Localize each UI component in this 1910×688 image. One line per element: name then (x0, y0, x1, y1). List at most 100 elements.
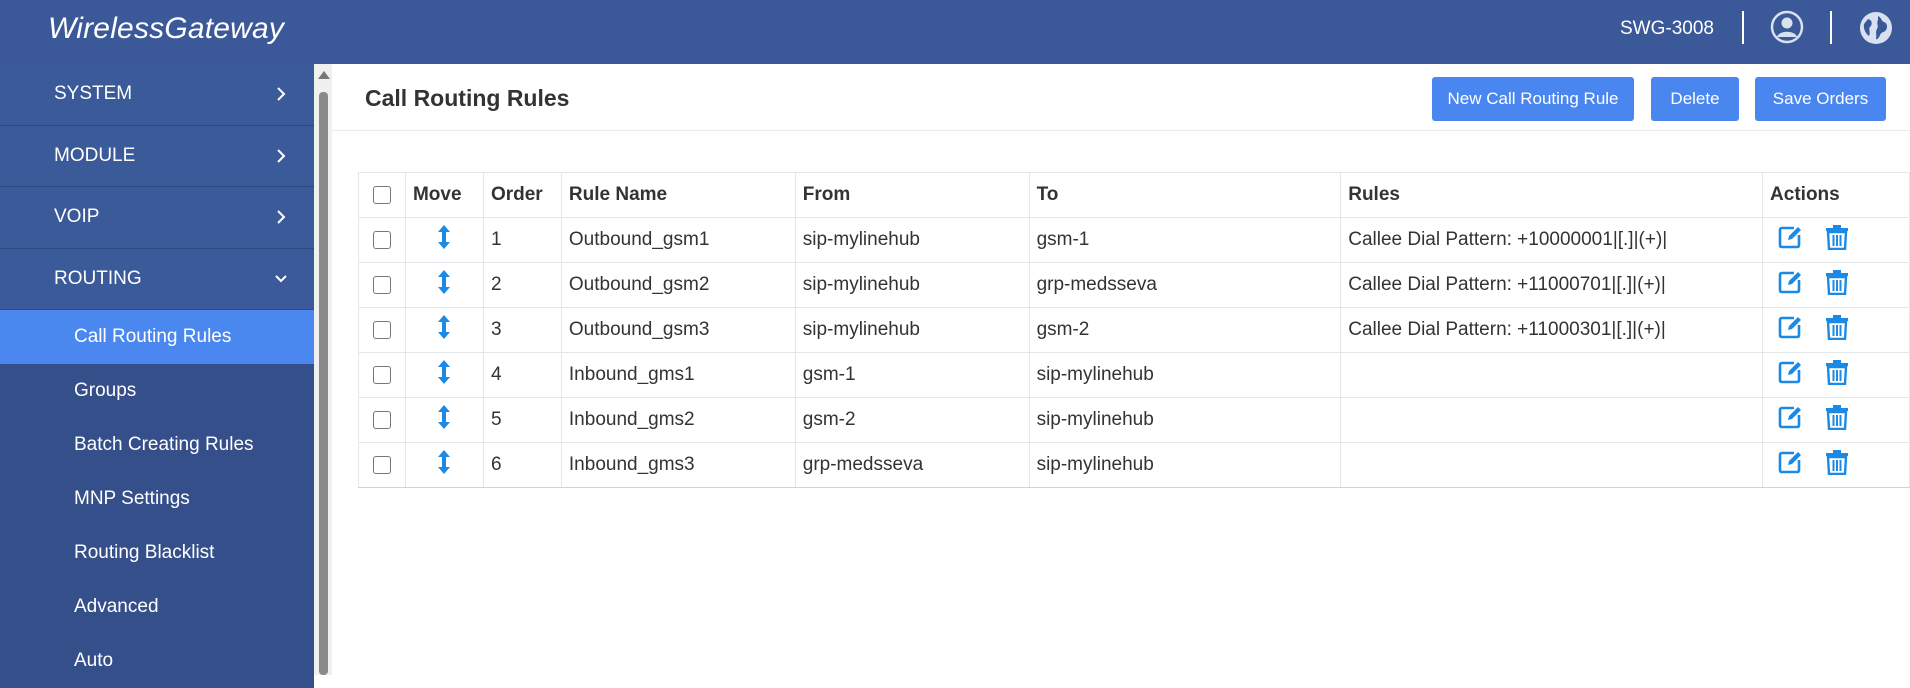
scroll-thumb[interactable] (319, 92, 328, 675)
device-model: SWG-3008 (1620, 18, 1714, 39)
edit-icon[interactable] (1777, 404, 1803, 436)
table-row: 1 Outbound_gsm1 sip-mylinehub gsm-1 Callee D… (358, 217, 1910, 263)
sidebar-item-mnp-settings[interactable]: MNP Settings (0, 472, 314, 526)
move-arrows-icon[interactable] (437, 269, 451, 301)
nav-label: MNP Settings (74, 488, 190, 509)
save-orders-button[interactable]: Save Orders (1755, 77, 1886, 121)
nav-label: VOIP (54, 206, 100, 227)
nav-label: Routing Blacklist (74, 542, 215, 563)
move-arrows-icon[interactable] (437, 314, 451, 346)
move-handle[interactable] (404, 217, 484, 263)
row-checkbox[interactable] (372, 275, 391, 294)
order-cell: 2 (482, 262, 562, 308)
header-divider (1830, 11, 1832, 44)
column-header-rules: Rules (1340, 172, 1764, 218)
sidebar-item-auto[interactable]: Auto (0, 634, 314, 688)
trash-icon[interactable] (1825, 404, 1849, 436)
column-header-rule-name: Rule Name (560, 172, 796, 218)
actions-cell (1762, 397, 1910, 443)
sidebar-item-call-routing-rules[interactable]: Call Routing Rules (0, 310, 314, 364)
edit-icon[interactable] (1777, 269, 1803, 301)
nav-routing[interactable]: ROUTING (0, 249, 314, 310)
from-cell: sip-mylinehub (794, 217, 1030, 263)
nav-system[interactable]: SYSTEM (0, 64, 314, 126)
move-handle[interactable] (404, 307, 484, 353)
move-handle[interactable] (404, 397, 484, 443)
divider (332, 130, 1910, 131)
chevron-right-icon (277, 87, 286, 101)
column-header-actions: Actions (1762, 172, 1910, 218)
move-arrows-icon[interactable] (437, 449, 451, 481)
row-select-cell (358, 217, 406, 263)
trash-icon[interactable] (1825, 449, 1849, 481)
from-cell: sip-mylinehub (794, 262, 1030, 308)
order-cell: 1 (482, 217, 562, 263)
nav-module[interactable]: MODULE (0, 126, 314, 187)
row-checkbox[interactable] (372, 455, 391, 474)
delete-button[interactable]: Delete (1651, 77, 1739, 121)
row-select-cell (358, 397, 406, 443)
rules-cell (1340, 352, 1764, 398)
move-handle[interactable] (404, 442, 484, 488)
sidebar-scrollbar[interactable] (314, 64, 332, 675)
new-call-routing-rule-button[interactable]: New Call Routing Rule (1432, 77, 1634, 121)
sidebar-item-batch-creating-rules[interactable]: Batch Creating Rules (0, 418, 314, 472)
move-arrows-icon[interactable] (437, 404, 451, 436)
top-bar: WirelessGateway SWG-3008 (0, 0, 1910, 64)
brand-logo: WirelessGateway (48, 12, 285, 45)
edit-icon[interactable] (1777, 449, 1803, 481)
sidebar-item-groups[interactable]: Groups (0, 364, 314, 418)
nav-voip[interactable]: VOIP (0, 187, 314, 249)
row-checkbox[interactable] (372, 365, 391, 384)
trash-icon[interactable] (1825, 359, 1849, 391)
to-cell: gsm-2 (1028, 307, 1342, 353)
nav-label: Call Routing Rules (74, 326, 232, 347)
table-row: 2 Outbound_gsm2 sip-mylinehub grp-medsseva C… (358, 262, 1910, 308)
trash-icon[interactable] (1825, 269, 1849, 301)
column-header-move: Move (404, 172, 484, 218)
to-cell: gsm-1 (1028, 217, 1342, 263)
header-divider (1742, 11, 1744, 44)
move-arrows-icon[interactable] (437, 224, 451, 256)
from-cell: gsm-2 (794, 397, 1030, 443)
move-handle[interactable] (404, 352, 484, 398)
nav-label: Auto (74, 650, 114, 671)
move-handle[interactable] (404, 262, 484, 308)
select-all-cell (358, 172, 406, 218)
row-checkbox[interactable] (372, 320, 391, 339)
to-cell: sip-mylinehub (1028, 397, 1342, 443)
order-cell: 3 (482, 307, 562, 353)
rules-cell (1340, 442, 1764, 488)
from-cell: sip-mylinehub (794, 307, 1030, 353)
sidebar-item-routing-blacklist[interactable]: Routing Blacklist (0, 526, 314, 580)
sidebar: SYSTEM MODULE VOIP ROUTING Call Routing … (0, 64, 314, 688)
edit-icon[interactable] (1777, 224, 1803, 256)
scroll-up-arrow-icon[interactable] (318, 71, 330, 79)
column-header-order: Order (482, 172, 562, 218)
table-header-row: Move Order Rule Name From To Rules Actio… (358, 172, 1910, 218)
globe-icon[interactable] (1858, 10, 1894, 46)
actions-cell (1762, 307, 1910, 353)
trash-icon[interactable] (1825, 224, 1849, 256)
edit-icon[interactable] (1777, 359, 1803, 391)
order-cell: 6 (482, 442, 562, 488)
actions-cell (1762, 262, 1910, 308)
rule-name-cell: Inbound_gms3 (560, 442, 796, 488)
trash-icon[interactable] (1825, 314, 1849, 346)
sidebar-item-advanced[interactable]: Advanced (0, 580, 314, 634)
row-select-cell (358, 442, 406, 488)
to-cell: sip-mylinehub (1028, 352, 1342, 398)
actions-cell (1762, 217, 1910, 263)
row-checkbox[interactable] (372, 410, 391, 429)
order-cell: 5 (482, 397, 562, 443)
move-arrows-icon[interactable] (437, 359, 451, 391)
table-row: 6 Inbound_gms3 grp-medsseva sip-mylinehub (358, 442, 1910, 488)
rules-cell: Callee Dial Pattern: +11000701|[.]|(+)| (1340, 262, 1764, 308)
edit-icon[interactable] (1777, 314, 1803, 346)
select-all-checkbox[interactable] (372, 185, 391, 204)
row-checkbox[interactable] (372, 230, 391, 249)
user-icon[interactable] (1770, 10, 1804, 44)
rule-name-cell: Outbound_gsm3 (560, 307, 796, 353)
to-cell: sip-mylinehub (1028, 442, 1342, 488)
table-row: 5 Inbound_gms2 gsm-2 sip-mylinehub (358, 397, 1910, 443)
